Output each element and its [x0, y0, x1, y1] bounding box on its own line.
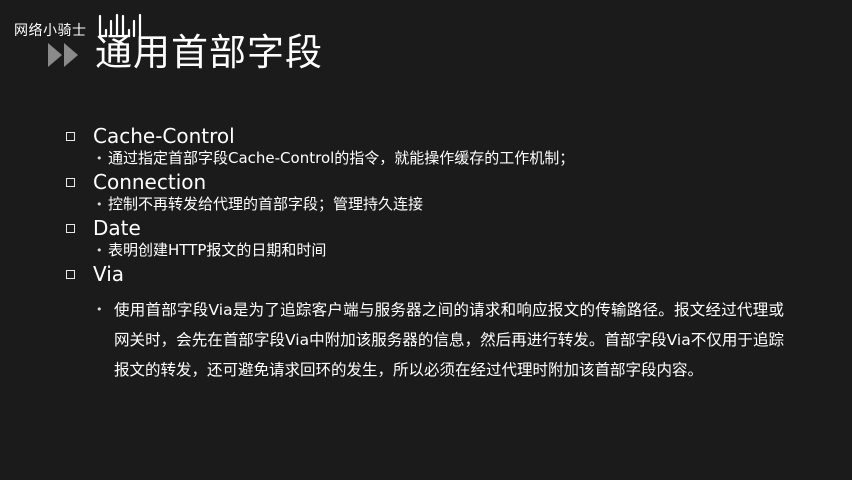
checkbox-bullet-icon [66, 269, 75, 279]
checkbox-bullet-icon [66, 131, 75, 141]
bullet-dot-icon: • [96, 198, 103, 211]
item-title: Connection [93, 170, 207, 194]
checkbox-bullet-icon [66, 223, 75, 233]
list-item-cache-control: Cache-Control • 通过指定首部字段Cache-Control的指令… [66, 124, 574, 169]
via-description-block: • 使用首部字段Via是为了追踪客户端与服务器之间的请求和响应报文的传输路径。报… [96, 295, 786, 385]
item-title: Date [93, 216, 141, 240]
item-description: 使用首部字段Via是为了追踪客户端与服务器之间的请求和响应报文的传输路径。报文经… [114, 301, 784, 379]
list-item-via: Via [66, 262, 124, 286]
item-title: Via [93, 262, 125, 286]
bullet-dot-icon: • [96, 244, 103, 257]
item-description: 通过指定首部字段Cache-Control的指令，就能操作缓存的工作机制； [108, 149, 575, 167]
bullet-dot-icon: • [96, 152, 103, 165]
content-list: Cache-Control • 通过指定首部字段Cache-Control的指令… [0, 0, 852, 480]
item-description: 控制不再转发给代理的首部字段；管理持久连接 [108, 195, 424, 213]
item-description: 表明创建HTTP报文的日期和时间 [108, 241, 327, 259]
item-title: Cache-Control [93, 124, 235, 148]
list-item-date: Date • 表明创建HTTP报文的日期和时间 [66, 216, 326, 261]
bullet-dot-icon: • [96, 303, 103, 316]
checkbox-bullet-icon [66, 177, 75, 187]
list-item-connection: Connection • 控制不再转发给代理的首部字段；管理持久连接 [66, 170, 423, 215]
slide: 网络小骑士 通用首部字段 Cache-Control • 通过指定首部字段Cac… [0, 0, 852, 480]
